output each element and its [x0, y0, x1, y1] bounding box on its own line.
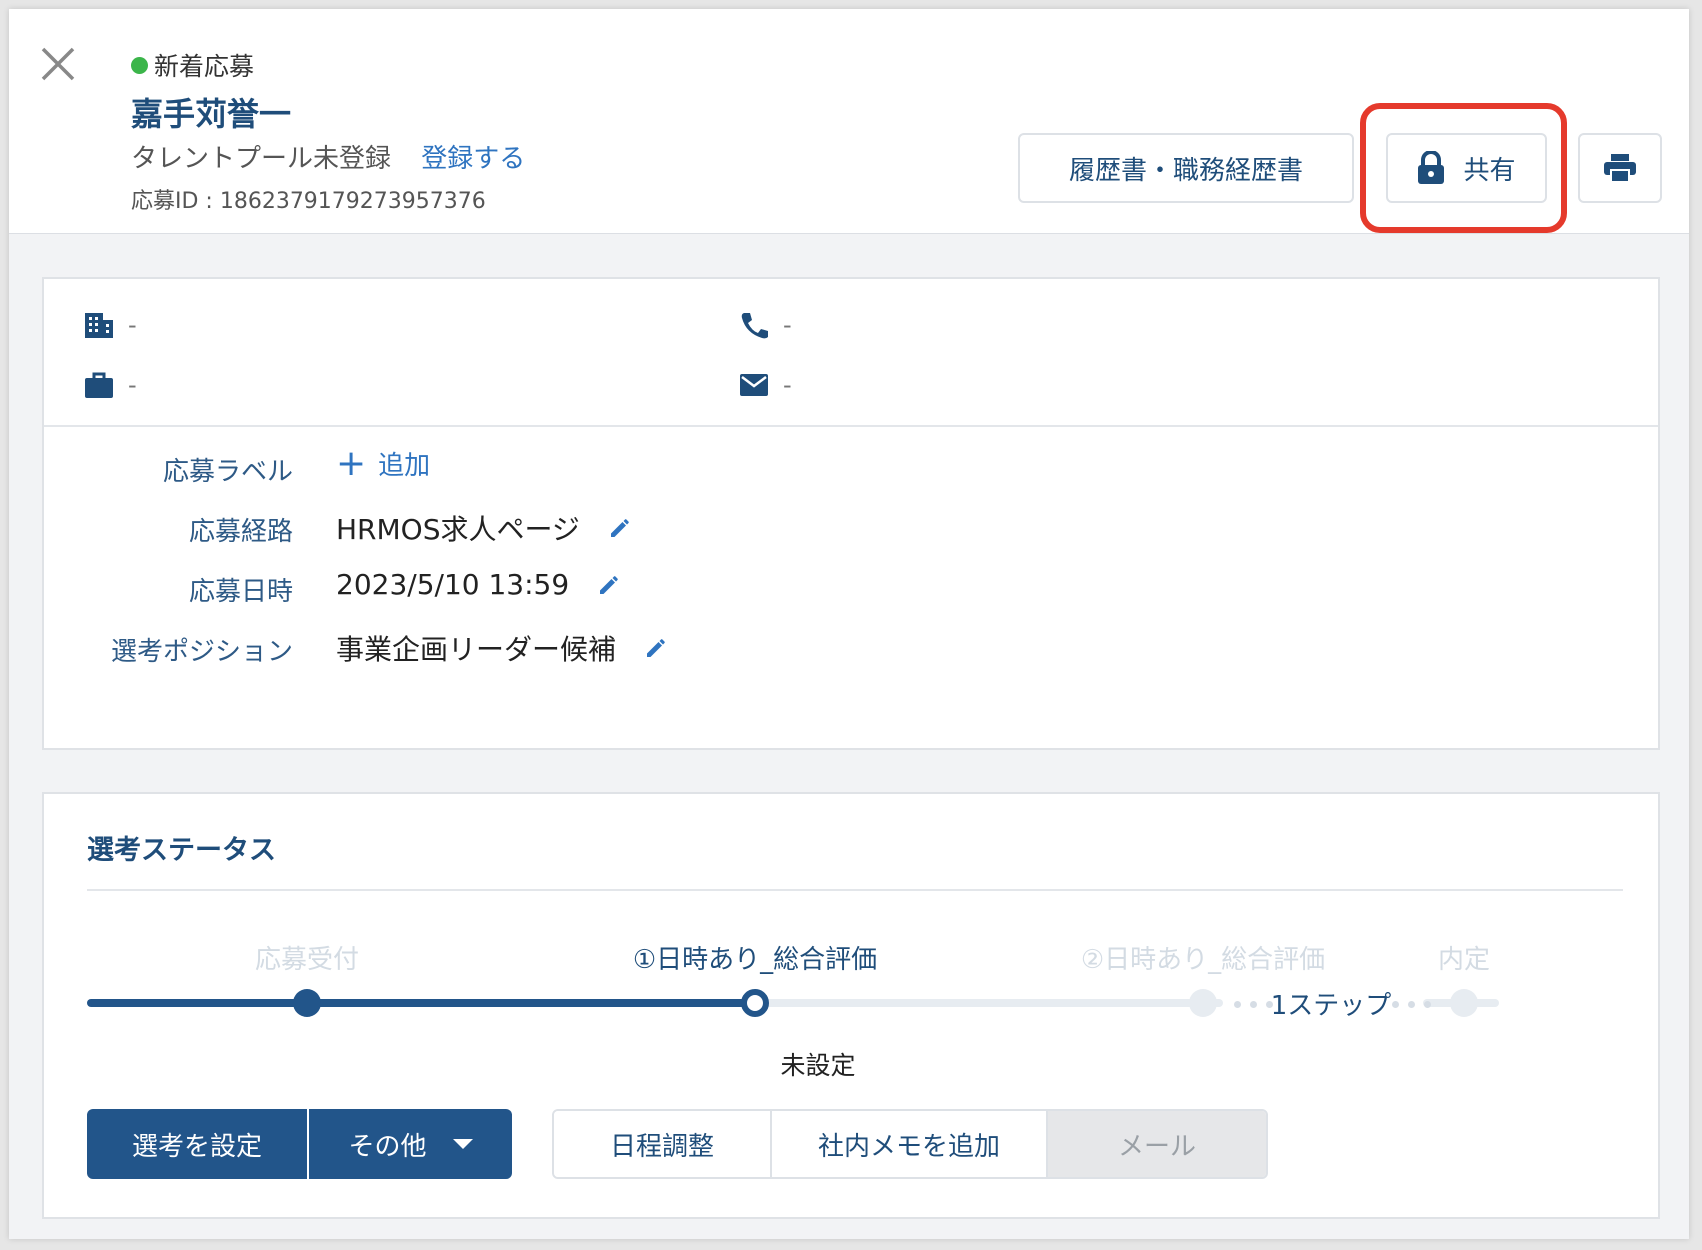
status-badge: 新着応募: [131, 47, 254, 83]
other-label: その他: [348, 1131, 427, 1162]
step-label-current: ①日時あり_総合評価: [632, 945, 878, 975]
caret-down-icon: [452, 1139, 473, 1149]
position-field-title: 選考ポジション: [110, 637, 293, 667]
edit-date-icon[interactable]: [597, 573, 621, 597]
add-memo-button[interactable]: 社内メモを追加: [772, 1111, 1048, 1177]
building-icon: [85, 313, 113, 338]
share-button-label: 共有: [1463, 155, 1516, 186]
application-detail-panel: 新着応募 嘉手苅誉一 タレントプール未登録 登録する 応募ID : 186237…: [9, 9, 1689, 1239]
mail-icon: [740, 374, 768, 396]
edit-position-icon[interactable]: [644, 636, 668, 660]
set-selection-label: 選考を設定: [131, 1131, 262, 1162]
resume-button[interactable]: 履歴書・職務経歴書: [1018, 133, 1354, 203]
phone-row: -: [739, 311, 792, 339]
printer-icon: [1604, 154, 1636, 183]
progress-track-done: [87, 999, 757, 1007]
company-row: -: [84, 311, 137, 339]
print-button[interactable]: [1578, 133, 1662, 203]
step-node-offer: [1450, 989, 1478, 1017]
phone-icon: [741, 313, 768, 339]
route-value: HRMOS求人ページ: [336, 513, 580, 546]
selection-status-card: 選考ステータス 応募受付 ①日時あり_総合評価 ②日時あり_総合評価 内定 1ス…: [42, 792, 1660, 1219]
other-dropdown-button[interactable]: その他: [309, 1109, 512, 1179]
add-memo-label: 社内メモを追加: [817, 1131, 1000, 1162]
header: 新着応募 嘉手苅誉一 タレントプール未登録 登録する 応募ID : 186237…: [9, 9, 1689, 234]
new-dot-icon: [131, 56, 148, 74]
email-value: -: [783, 371, 792, 399]
route-field-title: 応募経路: [188, 517, 293, 547]
section-divider: [87, 889, 1623, 891]
company-value: -: [128, 311, 137, 339]
skip-steps-label: 1ステップ: [1270, 991, 1392, 1021]
date-field: 2023/5/10 13:59: [336, 568, 621, 601]
schedule-button[interactable]: 日程調整: [554, 1111, 772, 1177]
job-row: -: [84, 371, 137, 399]
register-link[interactable]: 登録する: [421, 144, 525, 174]
lock-icon: [1418, 151, 1445, 184]
schedule-label: 日程調整: [609, 1131, 714, 1162]
mail-label: メール: [1117, 1131, 1196, 1162]
status-badge-label: 新着応募: [154, 52, 255, 81]
step-label-offer: 内定: [1437, 945, 1491, 975]
label-field-title: 応募ラベル: [162, 457, 293, 487]
briefcase-icon: [85, 372, 113, 398]
current-status-text: 未設定: [780, 1051, 856, 1080]
edit-route-icon[interactable]: [608, 516, 632, 540]
phone-value: -: [783, 311, 792, 339]
position-value: 事業企画リーダー候補: [336, 633, 617, 666]
date-value: 2023/5/10 13:59: [336, 568, 570, 601]
share-button[interactable]: 共有: [1386, 133, 1547, 203]
add-label-link[interactable]: + 追加: [336, 445, 430, 482]
application-id: 応募ID : 1862379179273957376: [131, 189, 486, 214]
step-label-received: 応募受付: [254, 945, 360, 975]
mail-button[interactable]: メール: [1048, 1111, 1266, 1177]
talent-pool-status: タレントプール未登録: [131, 144, 392, 174]
skip-dots-left: [1234, 1001, 1273, 1008]
position-field: 事業企画リーダー候補: [336, 628, 668, 668]
plus-icon: +: [336, 442, 367, 484]
email-row: -: [739, 371, 792, 399]
job-value: -: [128, 371, 137, 399]
candidate-name: 嘉手苅誉一: [131, 95, 292, 133]
route-field: HRMOS求人ページ: [336, 508, 632, 548]
selection-status-title: 選考ステータス: [87, 835, 276, 866]
set-selection-button[interactable]: 選考を設定: [87, 1109, 307, 1179]
step-node-current: [741, 989, 769, 1017]
resume-button-label: 履歴書・職務経歴書: [1068, 155, 1303, 186]
step-label-next: ②日時あり_総合評価: [1080, 945, 1326, 975]
date-field-title: 応募日時: [188, 577, 293, 607]
add-label-text: 追加: [378, 451, 431, 481]
step-node-received: [293, 989, 321, 1017]
talent-pool-row: タレントプール未登録 登録する: [131, 138, 525, 175]
card-divider: [44, 425, 1658, 427]
progress-track-remaining: [757, 999, 1223, 1007]
close-icon[interactable]: [37, 43, 79, 85]
step-node-next: [1189, 989, 1217, 1017]
action-button-group: 日程調整 社内メモを追加 メール: [552, 1109, 1268, 1179]
candidate-info-card: - - - - 応募ラベル + 追加 応募経路 HRMOS求人ページ 応募日時 …: [42, 277, 1660, 750]
skip-dots-right: [1392, 1001, 1431, 1008]
